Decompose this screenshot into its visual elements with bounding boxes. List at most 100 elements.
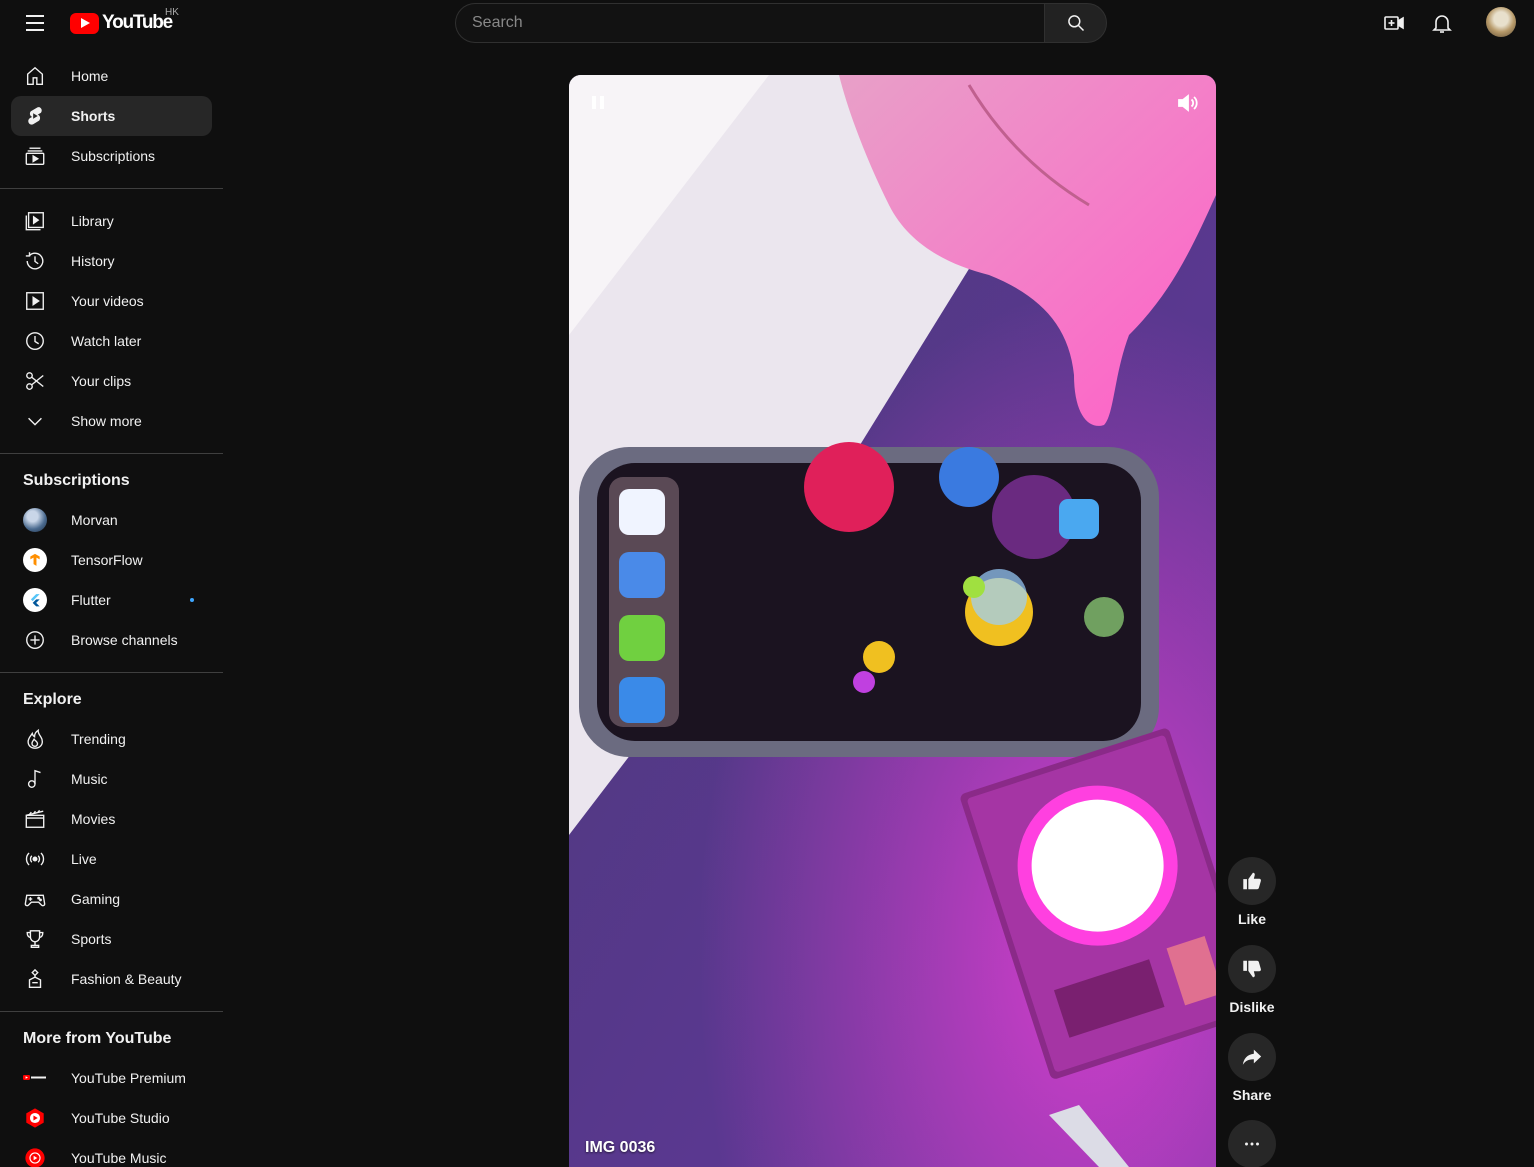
- sidebar-item-label: Library: [71, 213, 114, 229]
- sidebar-item-label: YouTube Music: [71, 1150, 167, 1166]
- sidebar-item-label: Your clips: [71, 373, 132, 389]
- more-action: [1228, 1120, 1276, 1167]
- sidebar-item-live[interactable]: Live: [11, 839, 212, 879]
- channel-avatar: [23, 508, 47, 532]
- trophy-icon: [23, 927, 47, 951]
- your-videos-icon: [23, 289, 47, 313]
- sidebar-item-your-clips[interactable]: Your clips: [11, 361, 212, 401]
- dislike-action: Dislike: [1228, 945, 1276, 1015]
- tensorflow-logo-icon: [30, 553, 40, 566]
- create-button[interactable]: [1374, 3, 1414, 43]
- sidebar-item-label: Music: [71, 771, 108, 787]
- sidebar-item-label: Trending: [71, 731, 126, 747]
- sidebar-item-library[interactable]: Library: [11, 201, 212, 241]
- masthead: YouTube HK: [0, 0, 1534, 46]
- bell-icon: [1432, 15, 1452, 33]
- sidebar-item-label: Browse channels: [71, 632, 178, 648]
- share-button[interactable]: [1228, 1033, 1276, 1081]
- flutter-logo-icon: [30, 594, 40, 607]
- sidebar-item-label: Your videos: [71, 293, 144, 309]
- subscriptions-heading: Subscriptions: [23, 472, 130, 489]
- new-content-dot: [190, 598, 194, 602]
- video-frame: [569, 75, 1216, 1167]
- shorts-icon: [23, 104, 47, 128]
- volume-icon: [1178, 94, 1198, 112]
- subscriptions-icon: [23, 144, 47, 168]
- sidebar-item-label: Flutter: [71, 592, 111, 608]
- sidebar-item-youtube-premium[interactable]: YouTube Premium: [11, 1058, 212, 1098]
- menu-icon-bar: [26, 15, 44, 17]
- channel-avatar: [23, 588, 47, 612]
- sidebar-item-label: Morvan: [71, 512, 118, 528]
- sidebar-item-fashion-beauty[interactable]: Fashion & Beauty: [11, 959, 212, 999]
- hanger-icon: [23, 967, 47, 991]
- sidebar-item-subscriptions[interactable]: Subscriptions: [11, 136, 212, 176]
- youtube-studio-icon: [23, 1106, 47, 1130]
- add-circle-icon: [23, 628, 47, 652]
- sidebar-item-sports[interactable]: Sports: [11, 919, 212, 959]
- search-icon: [1067, 15, 1084, 32]
- more-options-button[interactable]: [1228, 1120, 1276, 1167]
- search-input[interactable]: [455, 3, 1044, 43]
- sidebar-item-browse-channels[interactable]: Browse channels: [11, 620, 212, 660]
- sidebar-item-shorts[interactable]: Shorts: [11, 96, 212, 136]
- sidebar-item-label: Gaming: [71, 891, 121, 907]
- sidebar-item-label: Watch later: [71, 333, 142, 349]
- sidebar-item-watch-later[interactable]: Watch later: [11, 321, 212, 361]
- shorts-player[interactable]: IMG 0036: [569, 75, 1216, 1167]
- sidebar-item-youtube-music[interactable]: YouTube Music: [11, 1138, 212, 1167]
- share-action: Share: [1228, 1033, 1276, 1103]
- like-label: Like: [1237, 911, 1266, 927]
- sidebar-channel-morvan[interactable]: Morvan: [11, 500, 212, 540]
- create-video-icon: [1384, 16, 1404, 30]
- sidebar-item-history[interactable]: History: [11, 241, 212, 281]
- sidebar-item-label: YouTube Premium: [71, 1070, 186, 1086]
- sidebar-item-music[interactable]: Music: [11, 759, 212, 799]
- account-avatar[interactable]: [1486, 7, 1516, 37]
- history-icon: [23, 249, 47, 273]
- sidebar-item-youtube-studio[interactable]: YouTube Studio: [11, 1098, 212, 1138]
- sidebar-item-label: Show more: [71, 413, 142, 429]
- dislike-button[interactable]: [1228, 945, 1276, 993]
- more-from-youtube-heading: More from YouTube: [23, 1030, 172, 1047]
- search-box: [455, 3, 1107, 43]
- sidebar-item-trending[interactable]: Trending: [11, 719, 212, 759]
- thumbs-up-icon: [1243, 872, 1261, 890]
- live-icon: [23, 847, 47, 871]
- sidebar-channel-flutter[interactable]: Flutter: [11, 580, 212, 620]
- pause-button[interactable]: [587, 91, 609, 113]
- search-button[interactable]: [1044, 3, 1107, 43]
- volume-button[interactable]: [1176, 91, 1200, 115]
- youtube-music-icon: [23, 1146, 47, 1167]
- channel-avatar: [23, 548, 47, 572]
- video-title[interactable]: IMG 0036: [585, 1139, 655, 1157]
- sidebar-item-label: YouTube Studio: [71, 1110, 170, 1126]
- sidebar-channel-tensorflow[interactable]: TensorFlow: [11, 540, 212, 580]
- region-code: HK: [165, 7, 179, 18]
- like-button[interactable]: [1228, 857, 1276, 905]
- guide-sidebar: Home Shorts Subscriptions Library Histor…: [0, 56, 223, 1167]
- youtube-premium-icon: [23, 1066, 47, 1090]
- sidebar-divider: [0, 1011, 223, 1012]
- sidebar-item-your-videos[interactable]: Your videos: [11, 281, 212, 321]
- sidebar-item-label: Subscriptions: [71, 148, 156, 164]
- sidebar-item-home[interactable]: Home: [11, 56, 212, 96]
- watch-later-icon: [23, 329, 47, 353]
- home-icon: [23, 64, 47, 88]
- gaming-icon: [23, 887, 47, 911]
- sidebar-item-gaming[interactable]: Gaming: [11, 879, 212, 919]
- sidebar-item-label: Home: [71, 68, 109, 84]
- sidebar-divider: [0, 672, 223, 673]
- youtube-play-icon: [70, 12, 99, 34]
- chevron-down-icon: [23, 409, 47, 433]
- thumbs-down-icon: [1243, 960, 1261, 978]
- notifications-button[interactable]: [1422, 3, 1462, 43]
- guide-menu-button[interactable]: [18, 8, 52, 38]
- sidebar-item-label: History: [71, 253, 115, 269]
- sidebar-item-movies[interactable]: Movies: [11, 799, 212, 839]
- sidebar-divider: [0, 453, 223, 454]
- sidebar-divider: [0, 188, 223, 189]
- youtube-logo[interactable]: YouTube: [70, 12, 173, 34]
- sidebar-item-show-more[interactable]: Show more: [11, 401, 212, 441]
- more-horiz-icon: [1245, 1142, 1259, 1146]
